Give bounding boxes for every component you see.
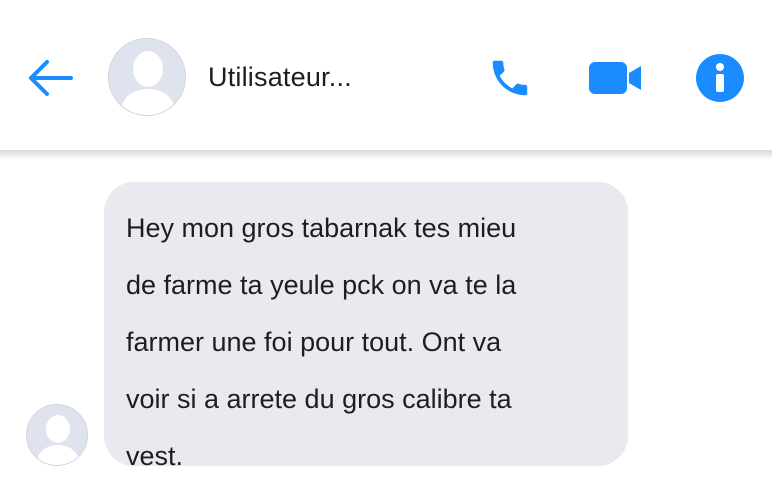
header-divider (0, 150, 772, 160)
info-icon (696, 54, 744, 102)
default-avatar-icon (27, 405, 87, 465)
video-camera-icon (589, 62, 641, 94)
message-text: Hey mon gros tabarnak tes mieu de farme … (126, 213, 517, 471)
contact-avatar[interactable] (108, 38, 186, 116)
contact-name[interactable]: Utilisateur... (208, 62, 352, 93)
sender-avatar[interactable] (26, 404, 88, 466)
default-avatar-icon (109, 39, 185, 115)
video-call-button[interactable] (584, 52, 646, 104)
back-button[interactable] (22, 52, 78, 104)
message-bubble[interactable]: Hey mon gros tabarnak tes mieu de farme … (104, 182, 628, 471)
arrow-left-icon (29, 60, 73, 96)
call-button[interactable] (484, 52, 536, 104)
conversation-header: Utilisateur... (0, 0, 772, 152)
info-button[interactable] (690, 48, 750, 108)
phone-icon (492, 60, 528, 96)
